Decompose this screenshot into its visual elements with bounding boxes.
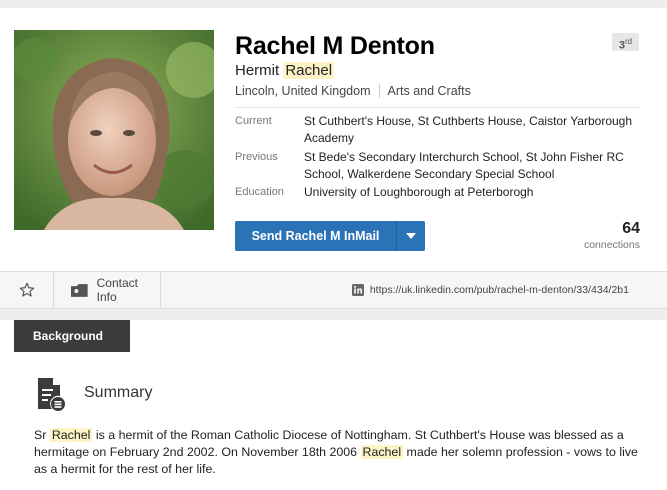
summary-text: Sr Rachel is a hermit of the Roman Catho…: [34, 427, 646, 478]
contact-info-label: Contact Info: [96, 276, 138, 304]
linkedin-icon: [351, 284, 364, 296]
star-icon: [19, 282, 34, 297]
send-inmail-button-group: Send Rachel M InMail: [235, 221, 425, 251]
location-link[interactable]: Lincoln, United Kingdom: [235, 84, 371, 98]
inmail-dropdown-button[interactable]: [396, 221, 425, 251]
current-label: Current: [235, 115, 272, 127]
summary-highlight-1: Rachel: [49, 428, 93, 442]
headline-prefix: Hermit: [235, 62, 284, 79]
headline-highlight: Rachel: [283, 62, 335, 79]
location-separator: [378, 84, 380, 98]
profile-photo[interactable]: [14, 30, 214, 230]
previous-label: Previous: [235, 151, 278, 163]
address-card-icon: [71, 283, 88, 297]
summary-part-1: Sr: [34, 428, 50, 442]
profile-headline: Hermit Rachel: [235, 62, 335, 79]
profile-url-text: https://uk.linkedin.com/pub/rachel-m-den…: [369, 284, 629, 296]
profile-actions-bar: Contact Info https://uk.linkedin.com/pub…: [0, 271, 667, 309]
chevron-down-icon: [406, 233, 416, 239]
profile-name: Rachel M Denton: [235, 32, 435, 60]
save-profile-button[interactable]: [0, 272, 54, 308]
header-divider: [235, 107, 640, 108]
summary-highlight-2: Rachel: [360, 445, 404, 459]
previous-value[interactable]: St Bede's Secondary Interchurch School, …: [304, 149, 649, 183]
contact-info-button[interactable]: Contact Info: [54, 272, 161, 308]
public-profile-url[interactable]: https://uk.linkedin.com/pub/rachel-m-den…: [351, 272, 629, 308]
summary-document-icon: [38, 378, 65, 411]
background-section: Background Summary Sr Rachel is a hermit…: [0, 320, 667, 490]
background-tab[interactable]: Background: [14, 320, 130, 352]
education-value[interactable]: University of Loughborough at Peterborog…: [304, 184, 649, 201]
summary-title: Summary: [84, 384, 153, 401]
degree-suffix: rd: [625, 37, 633, 46]
location-industry: Lincoln, United Kingdom Arts and Crafts: [235, 84, 471, 98]
connection-degree-badge: 3rd: [612, 33, 639, 52]
connections-label: connections: [583, 239, 640, 251]
current-value[interactable]: St Cuthbert's House, St Cuthberts House,…: [304, 113, 649, 147]
profile-card: Rachel M Denton 3rd Hermit Rachel Lincol…: [0, 8, 667, 271]
education-label: Education: [235, 186, 284, 198]
connections-count: 64: [622, 220, 640, 237]
send-inmail-button[interactable]: Send Rachel M InMail: [235, 221, 396, 251]
industry-link[interactable]: Arts and Crafts: [388, 84, 471, 98]
